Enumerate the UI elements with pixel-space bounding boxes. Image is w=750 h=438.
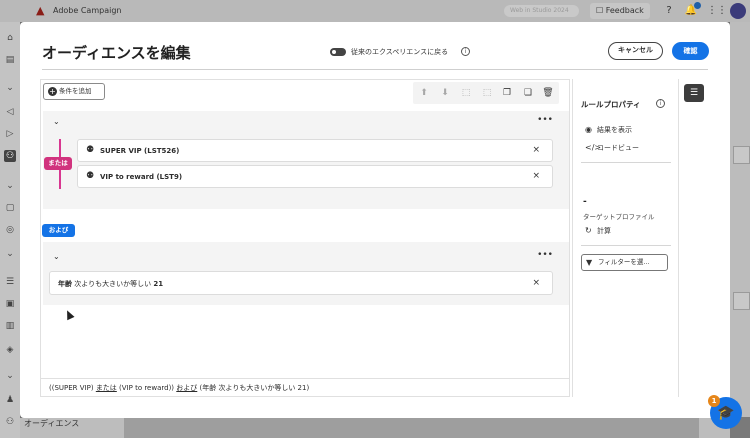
ungroup-icon[interactable]: ⬚	[481, 87, 493, 99]
chart-icon[interactable]: ▥	[4, 320, 16, 332]
eye-icon: ◉	[585, 125, 592, 134]
panel-title: ルールプロパティ	[581, 100, 641, 109]
shield-icon[interactable]: ◈	[4, 344, 16, 356]
apps-grid-icon[interactable]: ⋮⋮	[707, 4, 727, 18]
target-profiles-label: ターゲットプロファイル	[583, 213, 655, 221]
mouse-cursor	[63, 308, 75, 321]
rule-value: 21	[153, 280, 164, 288]
rule-label: SUPER VIP (LST526)	[100, 147, 180, 155]
profile-count: -	[583, 197, 587, 207]
code-icon: </>	[585, 143, 602, 152]
copy-icon[interactable]: ❐	[501, 87, 513, 99]
audience-icon: ⚉	[86, 145, 95, 155]
help-badge: 1	[708, 395, 720, 407]
cancel-button[interactable]: キャンセル	[608, 42, 663, 60]
summary-part: ((SUPER VIP)	[49, 384, 94, 392]
add-condition-label: 条件を追加	[59, 87, 92, 95]
notification-badge	[694, 2, 701, 9]
toggle-label: 従来のエクスペリエンスに戻る	[351, 48, 449, 56]
close-icon[interactable]: ×	[532, 171, 540, 181]
chevron-down-icon[interactable]: ⌄	[53, 252, 60, 261]
edit-audience-modal: オーディエンスを編集 従来のエクスペリエンスに戻る i キャンセル 確認 + 条…	[20, 22, 730, 418]
avatar[interactable]	[730, 3, 746, 19]
dollar-icon[interactable]: ◎	[4, 224, 16, 236]
folder-icon[interactable]: ▤	[4, 54, 16, 66]
or-badge[interactable]: または	[44, 157, 72, 170]
select-filter-button[interactable]: ▼ フィルターを選...	[581, 254, 668, 271]
background-panel	[124, 418, 699, 438]
background-field	[733, 292, 750, 310]
feedback-label: Feedback	[605, 6, 644, 15]
chevron-icon[interactable]: ⌄	[4, 370, 16, 382]
user-icon[interactable]: ♟	[4, 394, 16, 406]
modal-title: オーディエンスを編集	[42, 44, 191, 62]
age-rule[interactable]: 年齢 次よりも大きいか等しい 21 ×	[49, 271, 553, 295]
divider	[581, 162, 671, 163]
background-right	[730, 22, 750, 438]
chevron-icon[interactable]: ⌄	[4, 180, 16, 192]
close-icon[interactable]: ×	[532, 278, 540, 288]
info-icon[interactable]: i	[461, 47, 470, 56]
close-icon[interactable]: ×	[532, 145, 540, 155]
summary-part: (年齢 次よりも大きいか等しい 21)	[199, 384, 310, 392]
add-condition-button[interactable]: + 条件を追加	[43, 83, 105, 100]
audience-rule[interactable]: ⚉ SUPER VIP (LST526) ×	[77, 139, 553, 162]
refresh-icon: ↻	[585, 226, 592, 235]
and-badge[interactable]: および	[42, 224, 75, 237]
top-header: ▲ Adobe Campaign Web in Studio 2024 ☐ Fe…	[0, 0, 750, 22]
arrow-down-icon[interactable]: ⬇	[439, 87, 451, 99]
rule-label: VIP to reward (LST9)	[100, 173, 183, 181]
help-icon[interactable]: ?	[662, 4, 676, 18]
left-nav-rail: ⌂ ▤ ⌄ ◁ ▷ ⚇ ⌄ ▢ ◎ ⌄ ☰ ▣ ▥ ◈ ⌄ ♟ ⚇	[0, 22, 20, 438]
side-strip	[678, 79, 710, 397]
confirm-button[interactable]: 確認	[672, 42, 709, 60]
arrow-up-icon[interactable]: ⬆	[418, 87, 430, 99]
calculate-button[interactable]: ↻ 計算	[585, 226, 611, 236]
chevron-icon[interactable]: ⌄	[4, 82, 16, 94]
list-icon[interactable]: ☰	[4, 276, 16, 288]
app-name: Adobe Campaign	[53, 6, 122, 15]
plus-icon: +	[48, 87, 57, 96]
more-options-icon[interactable]: •••	[537, 250, 553, 260]
rule-canvas: + 条件を追加 ⬆ ⬇ ⬚ ⬚ ❐ ❏ 🗑 ⌄ ••• または ⚉ SUPER …	[40, 79, 570, 397]
layers-icon[interactable]: ▣	[4, 298, 16, 310]
rule-operator: 次よりも大きいか等しい	[74, 280, 152, 288]
settings-sliders-icon[interactable]: ☰	[684, 84, 704, 102]
show-results-link[interactable]: ◉ 結果を表示	[585, 125, 632, 135]
feedback-button[interactable]: ☐ Feedback	[590, 3, 650, 19]
chat-icon[interactable]: ▢	[4, 202, 16, 214]
trash-icon[interactable]: 🗑	[542, 87, 554, 99]
divider	[42, 69, 708, 70]
legacy-experience-toggle[interactable]	[330, 48, 346, 56]
home-icon[interactable]: ⌂	[4, 32, 16, 44]
adobe-logo-icon: ▲	[36, 4, 45, 17]
chevron-icon[interactable]: ⌄	[4, 248, 16, 260]
group-icon[interactable]: ⬚	[460, 87, 472, 99]
audience-rule[interactable]: ⚉ VIP to reward (LST9) ×	[77, 165, 553, 188]
summary-part: (VIP to reward))	[119, 384, 175, 392]
background-field	[733, 146, 750, 164]
rule-group: ⌄ ••• 年齢 次よりも大きいか等しい 21 ×	[43, 242, 569, 305]
chevron-down-icon[interactable]: ⌄	[53, 117, 60, 126]
rule-properties-panel: ルールプロパティ i ◉ 結果を表示 </>コードビュー - ターゲットプロファイ…	[572, 79, 678, 397]
audience-icon: ⚉	[86, 171, 95, 181]
summary-or: または	[95, 384, 117, 392]
summary-and: および	[176, 384, 198, 392]
duplicate-icon[interactable]: ❏	[522, 87, 534, 99]
rule-group: ⌄ ••• または ⚉ SUPER VIP (LST526) × ⚉ VIP t…	[43, 111, 569, 209]
divider	[581, 245, 671, 246]
rule-toolbar: ⬆ ⬇ ⬚ ⬚ ❐ ❏ 🗑	[413, 82, 559, 104]
org-switcher[interactable]: Web in Studio 2024	[504, 5, 579, 17]
code-view-link[interactable]: </>コードビュー	[585, 143, 639, 153]
filter-icon: ▼	[586, 258, 593, 267]
query-summary: ((SUPER VIP) または (VIP to reward)) および (年…	[41, 378, 569, 396]
rule-field: 年齢	[58, 280, 72, 288]
more-options-icon[interactable]: •••	[537, 115, 553, 125]
megaphone-icon[interactable]: ◁	[4, 106, 16, 118]
sidebar-item-audiences[interactable]: オーディエンス	[24, 418, 79, 429]
info-icon[interactable]: i	[656, 99, 665, 108]
people-icon[interactable]: ⚇	[4, 416, 16, 428]
audience-icon[interactable]: ⚇	[4, 150, 16, 162]
send-icon[interactable]: ▷	[4, 128, 16, 140]
